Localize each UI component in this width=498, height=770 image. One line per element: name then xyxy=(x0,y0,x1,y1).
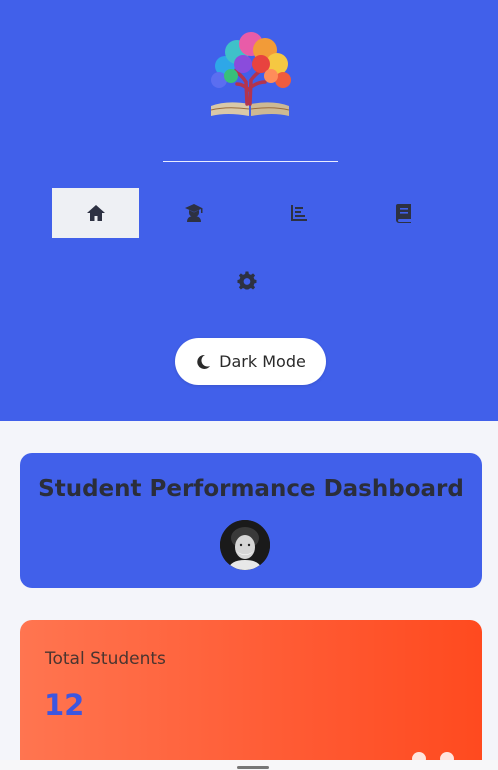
nav-item-students[interactable] xyxy=(150,188,237,238)
nav-item-courses[interactable] xyxy=(360,188,447,238)
stat-label: Total Students xyxy=(45,649,166,669)
dark-mode-label: Dark Mode xyxy=(219,352,306,371)
user-avatar-icon xyxy=(220,520,270,570)
book-icon xyxy=(395,204,411,223)
home-icon xyxy=(86,205,105,221)
graduate-icon xyxy=(184,204,202,222)
nav-item-home[interactable] xyxy=(52,188,139,238)
user-avatar[interactable] xyxy=(220,520,270,570)
dark-mode-button[interactable]: Dark Mode xyxy=(175,338,326,385)
dashboard-header-card: Student Performance Dashboard xyxy=(20,453,482,588)
stat-card-total-students: Total Students 12 xyxy=(20,620,482,770)
nav-item-analytics[interactable] xyxy=(255,188,342,238)
nav-item-settings[interactable] xyxy=(203,256,290,306)
page-title: Student Performance Dashboard xyxy=(38,476,464,502)
chart-icon xyxy=(290,205,307,221)
sidebar-divider xyxy=(163,161,338,162)
app-page: Dark Mode Student Performance Dashboard … xyxy=(0,0,498,770)
moon-icon xyxy=(197,354,211,369)
sidebar: Dark Mode xyxy=(0,0,498,421)
tree-book-logo-icon xyxy=(210,32,291,116)
bottom-handle xyxy=(237,766,269,769)
stat-value: 12 xyxy=(44,688,85,722)
gear-icon xyxy=(236,271,256,290)
